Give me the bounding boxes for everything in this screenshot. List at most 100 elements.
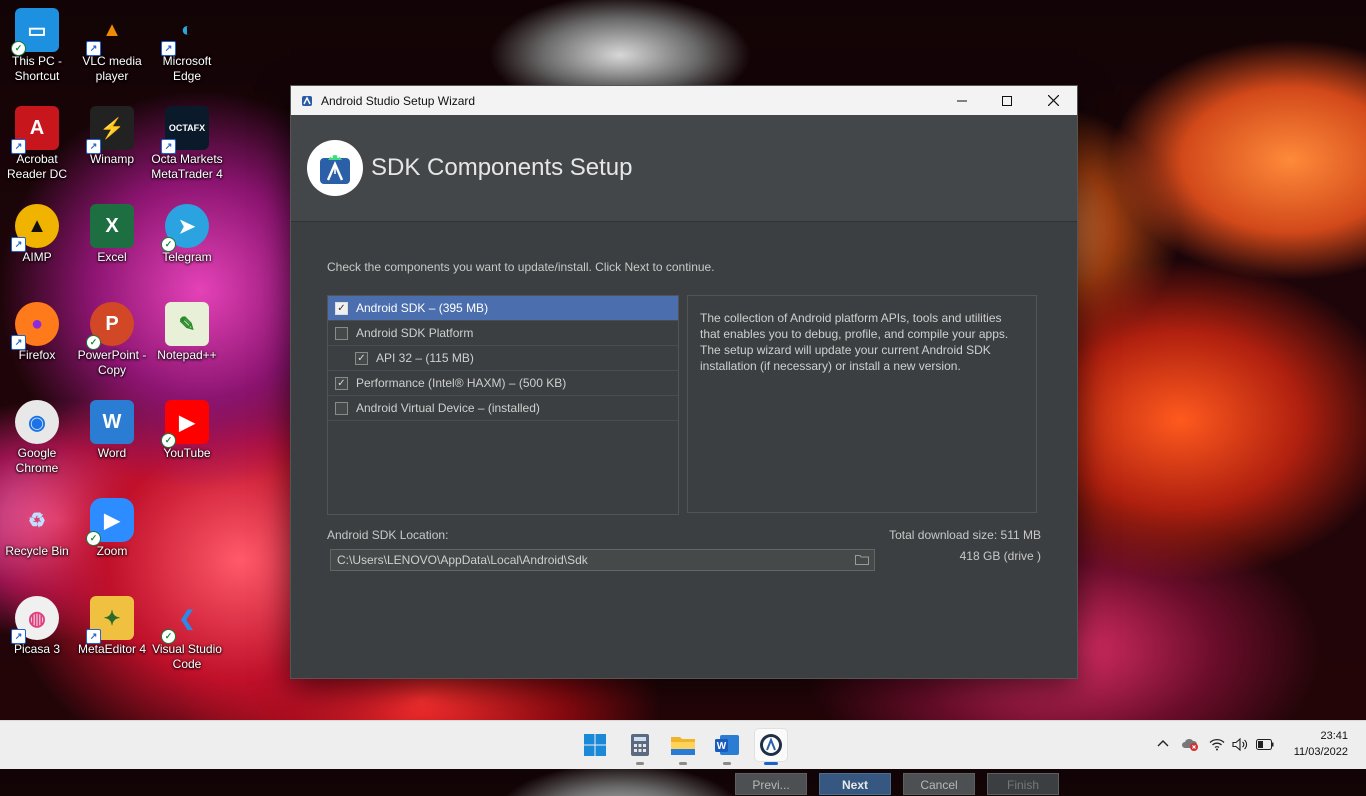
desktop-icon-zoom[interactable]: ▶ ✓ Zoom [75, 494, 149, 559]
component-checkbox[interactable]: ✓ [355, 351, 368, 365]
component-row[interactable]: Android Virtual Device – (installed) [328, 396, 678, 421]
running-indicator [723, 762, 731, 765]
clock[interactable]: 23:41 11/03/2022 [1294, 728, 1348, 760]
sdk-location-input[interactable] [330, 549, 875, 571]
component-checkbox[interactable]: ✓ [335, 301, 348, 315]
desktop-icon-acrobat[interactable]: A ↗ Acrobat Reader DC [0, 102, 74, 182]
desktop-icon-label: Microsoft Edge [162, 54, 212, 83]
vscode-icon: ❮ ✓ [161, 596, 209, 644]
desktop-icon-picasa[interactable]: ◍ ↗ Picasa 3 [0, 592, 74, 657]
next-button[interactable]: Next [819, 773, 891, 795]
close-button[interactable] [1030, 86, 1076, 115]
cancel-button[interactable]: Cancel [903, 773, 975, 795]
wifi-icon[interactable] [1209, 738, 1225, 751]
windows-start-icon [584, 734, 606, 756]
drive-space: 418 GB (drive ) [959, 549, 1041, 563]
component-row[interactable]: ✓ API 32 – (115 MB) [328, 346, 678, 371]
taskbar-word[interactable]: W [711, 729, 743, 765]
speaker-icon[interactable] [1232, 738, 1248, 751]
icon-logo-text: X [105, 214, 119, 237]
android-studio-icon [320, 155, 350, 184]
desktop-icon-winamp[interactable]: ⚡ ↗ Winamp [75, 102, 149, 167]
maximize-icon [1002, 95, 1012, 106]
desktop-icon-word[interactable]: W Word [75, 396, 149, 461]
component-description: The collection of Android platform APIs,… [687, 295, 1037, 513]
desktop-icon-telegram[interactable]: ➤ ✓ Telegram [150, 200, 224, 265]
taskbar-android-studio[interactable] [755, 729, 787, 765]
component-checkbox[interactable]: ✓ [335, 376, 348, 390]
desktop-icon-label: MetaEditor 4 [77, 642, 147, 656]
metaeditor-icon: ✦ ↗ [86, 596, 134, 644]
wizard-content: Check the components you want to update/… [291, 222, 1077, 795]
monitor-icon: ▭ ✓ [11, 8, 59, 56]
desktop-icon-label: Google Chrome [15, 446, 59, 475]
desktop-icon-notepadpp[interactable]: ✎ Notepad++ [150, 298, 224, 363]
chevron-up-icon[interactable] [1157, 739, 1169, 747]
aimp-icon: ▲ ↗ [11, 204, 59, 252]
octafx-icon: OCTAFX ↗ [161, 106, 209, 154]
taskbar: W 23:41 11/03/2022 [0, 720, 1366, 769]
component-row[interactable]: ✓ Performance (Intel® HAXM) – (500 KB) [328, 371, 678, 396]
previous-button[interactable]: Previ... [735, 773, 807, 795]
setup-wizard-window: Android Studio Setup Wizard SDK Componen… [290, 85, 1078, 795]
minimize-button[interactable] [939, 86, 985, 115]
title-bar[interactable]: Android Studio Setup Wizard [291, 86, 1077, 115]
component-row[interactable]: Android SDK Platform [328, 321, 678, 346]
sync-check-icon: ✓ [86, 531, 101, 546]
desktop-icon-monitor[interactable]: ▭ ✓ This PC - Shortcut [0, 4, 74, 84]
component-checkbox[interactable] [335, 326, 348, 340]
desktop-icon-recycle-bin[interactable]: ♻ Recycle Bin [0, 494, 74, 559]
sync-check-icon: ✓ [161, 433, 176, 448]
desktop-icon-label: Zoom [96, 544, 128, 558]
component-label: Android Virtual Device – (installed) [356, 401, 540, 415]
desktop-icon-excel[interactable]: X Excel [75, 200, 149, 265]
desktop-icon-label: Firefox [18, 348, 56, 362]
edge-icon: ◐ ↗ [161, 8, 209, 56]
page-title: SDK Components Setup [371, 154, 633, 181]
desktop-icon-metaeditor[interactable]: ✦ ↗ MetaEditor 4 [75, 592, 149, 657]
finish-button[interactable]: Finish [987, 773, 1059, 795]
shortcut-arrow-icon: ↗ [86, 139, 101, 154]
taskbar-file-explorer[interactable] [667, 729, 699, 765]
component-checkbox[interactable] [335, 401, 348, 415]
desktop-icon-vscode[interactable]: ❮ ✓ Visual Studio Code [150, 592, 224, 672]
picasa-icon: ◍ ↗ [11, 596, 59, 644]
desktop-icon-label: Winamp [89, 152, 134, 166]
desktop-icon-label: This PC - Shortcut [11, 54, 62, 83]
desktop-icon-label: Octa Markets MetaTrader 4 [151, 152, 223, 181]
word-icon: W [715, 735, 739, 755]
desktop-icon-edge[interactable]: ◐ ↗ Microsoft Edge [150, 4, 224, 84]
telegram-icon: ➤ ✓ [161, 204, 209, 252]
minimize-icon [957, 100, 967, 101]
desktop-icon-vlc[interactable]: ▲ ↗ VLC media player [75, 4, 149, 84]
start-button[interactable] [579, 729, 611, 761]
desktop-icon-label: Telegram [162, 250, 212, 264]
shortcut-arrow-icon: ↗ [11, 237, 26, 252]
youtube-icon: ▶ ✓ [161, 400, 209, 448]
desktop-icon-chrome[interactable]: ◉ Google Chrome [0, 396, 74, 476]
recycle-bin-icon: ♻ [28, 509, 46, 532]
desktop-icon-youtube[interactable]: ▶ ✓ YouTube [150, 396, 224, 461]
clock-time: 23:41 [1320, 730, 1348, 742]
shortcut-arrow-icon: ↗ [86, 41, 101, 56]
running-indicator [636, 762, 644, 765]
desktop-icon-powerpoint[interactable]: P ✓ PowerPoint - Copy [75, 298, 149, 378]
clock-date: 11/03/2022 [1293, 746, 1348, 758]
desktop-icon-octafx[interactable]: OCTAFX ↗ Octa Markets MetaTrader 4 [150, 102, 224, 182]
svg-text:W: W [717, 741, 727, 752]
maximize-button[interactable] [984, 86, 1030, 115]
taskbar-calculator[interactable] [624, 729, 656, 765]
desktop-icon-label: Acrobat Reader DC [6, 152, 68, 181]
desktop-icon-label: Visual Studio Code [152, 642, 222, 671]
folder-browse-icon[interactable] [855, 554, 869, 565]
desktop-icon-firefox[interactable]: ● ↗ Firefox [0, 298, 74, 363]
cloud-error-icon[interactable] [1181, 737, 1199, 751]
desktop-icon-aimp[interactable]: ▲ ↗ AIMP [0, 200, 74, 265]
component-row[interactable]: ✓ Android SDK – (395 MB) [328, 296, 678, 321]
battery-icon[interactable] [1256, 739, 1274, 750]
desktop-icon-label: VLC media player [82, 54, 142, 83]
icon-logo-text: OCTAFX [168, 123, 206, 133]
excel-icon: X [90, 204, 134, 248]
word-icon: W [90, 400, 134, 444]
zoom-icon: ▶ ✓ [86, 498, 134, 546]
